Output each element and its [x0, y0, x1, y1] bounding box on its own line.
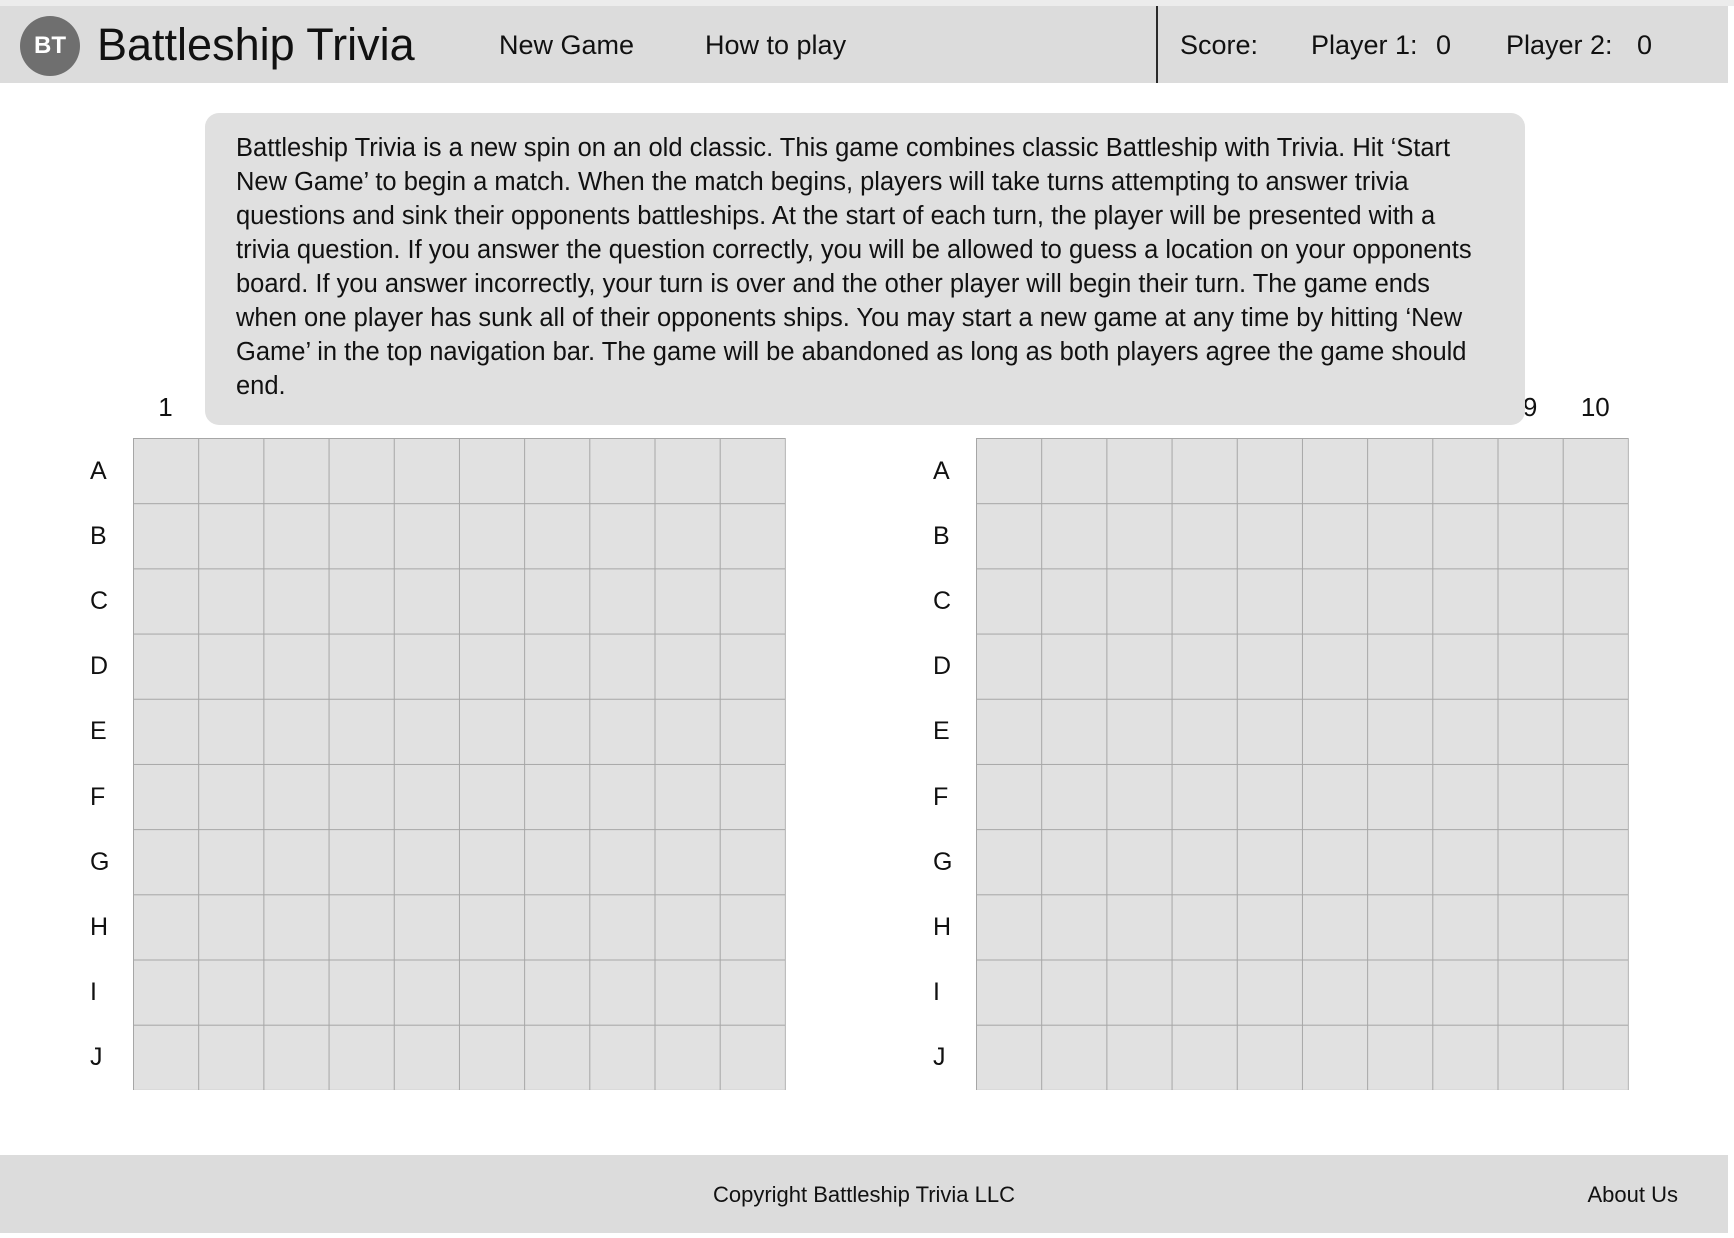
player2-row-label-a: A: [933, 456, 950, 485]
player1-board-grid[interactable]: [133, 438, 786, 1090]
how-to-play-text: Battleship Trivia is a new spin on an ol…: [236, 134, 1472, 400]
player2-row-label-g: G: [933, 847, 953, 876]
player2-column-label-10: 10: [1580, 392, 1610, 422]
footer: Copyright Battleship Trivia LLC About Us: [0, 1155, 1728, 1233]
player1-row-label-b: B: [90, 521, 107, 550]
player2-row-label-f: F: [933, 782, 949, 811]
player1-row-label-h: H: [90, 913, 109, 941]
player1-row-label-i: I: [90, 978, 97, 1007]
about-us-link[interactable]: About Us: [1588, 1181, 1679, 1209]
player1-row-label-d: D: [90, 652, 109, 681]
app-root: BT Battleship Trivia New Game How to pla…: [0, 0, 1734, 1238]
player1-column-label-1: 1: [158, 392, 173, 422]
player2-row-label-j: J: [933, 1043, 946, 1072]
player1-row-label-g: G: [90, 847, 110, 876]
player2-row-label-c: C: [933, 587, 952, 615]
player2-row-label-i: I: [933, 978, 940, 1007]
score-label: Score:: [1180, 30, 1259, 60]
player2-score-label: Player 2:: [1506, 30, 1613, 60]
player1-score-value: 0: [1436, 30, 1452, 60]
player1-score-label: Player 1:: [1311, 30, 1418, 60]
player1-row-label-a: A: [90, 456, 107, 485]
player1-row-label-f: F: [90, 782, 106, 811]
player2-row-label-d: D: [933, 652, 952, 681]
player1-row-label-c: C: [90, 587, 109, 615]
copyright-text: Copyright Battleship Trivia LLC: [712, 1182, 1016, 1207]
player2-row-label-h: H: [933, 913, 952, 941]
how-to-play-link[interactable]: How to play: [705, 28, 846, 62]
player1-row-label-j: J: [90, 1043, 103, 1072]
logo-badge: BT: [20, 16, 80, 76]
new-game-link[interactable]: New Game: [499, 28, 634, 62]
top-navigation-bar: BT Battleship Trivia New Game How to pla…: [0, 6, 1728, 83]
app-title: Battleship Trivia: [97, 19, 415, 70]
player2-row-label-e: E: [933, 717, 950, 746]
nav-divider: [1156, 6, 1158, 83]
player2-row-label-b: B: [933, 521, 950, 550]
player2-board-grid[interactable]: [976, 438, 1629, 1090]
player1-row-label-e: E: [90, 717, 107, 746]
how-to-play-popup: Battleship Trivia is a new spin on an ol…: [205, 113, 1525, 425]
player2-score-value: 0: [1637, 30, 1653, 60]
